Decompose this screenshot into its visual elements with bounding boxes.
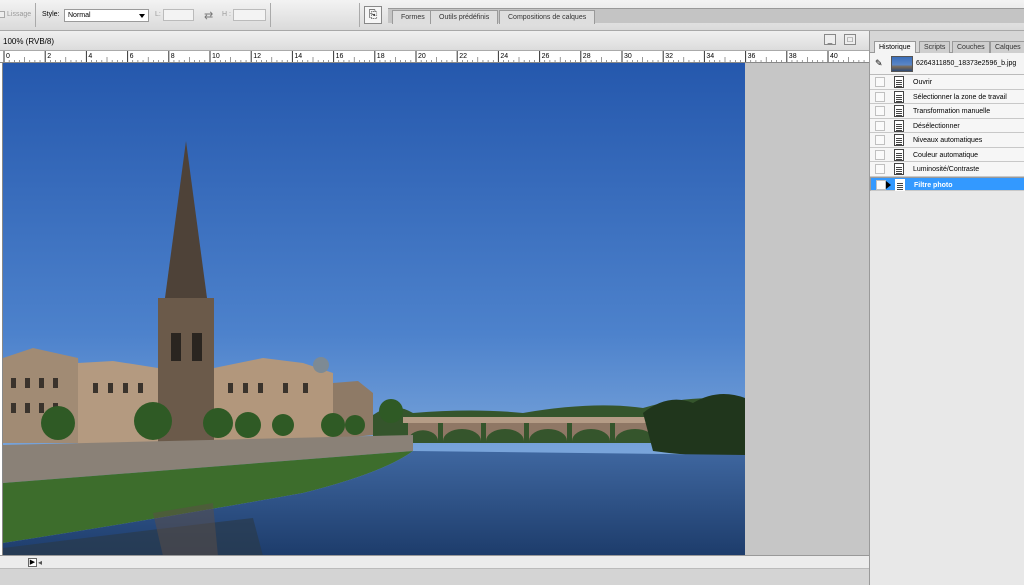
document-window: 100% (RVB/8) _ □ 0 2 4 6 8 10 12 14 16 18 20 22 24 26… xyxy=(0,31,869,585)
palette-well-button[interactable]: ⎘ xyxy=(364,6,382,24)
snapshot-name: 6264311850_18373e2596_b.jpg xyxy=(916,60,1017,67)
history-item-label: Luminosité/Contraste xyxy=(913,166,980,173)
history-item-label: Niveaux automatiques xyxy=(913,137,983,144)
document-icon xyxy=(894,76,904,88)
history-source-box[interactable] xyxy=(875,164,885,174)
ruler-tick-label: 26 xyxy=(542,53,550,60)
tab-calques[interactable]: Calques xyxy=(990,41,1024,53)
history-snapshot[interactable]: ✎ 6264311850_18373e2596_b.jpg xyxy=(870,53,1024,75)
ruler-tick-label: 30 xyxy=(624,53,632,60)
history-source-box[interactable] xyxy=(875,135,885,145)
palette-icon: ⎘ xyxy=(368,9,378,21)
ruler-tick-label: 14 xyxy=(294,53,302,60)
photo-canvas[interactable] xyxy=(3,63,745,556)
style-select[interactable]: Normal xyxy=(64,9,149,22)
width-field[interactable] xyxy=(163,9,194,21)
ruler-tick-label: 4 xyxy=(88,53,92,60)
ruler-tick-label: 6 xyxy=(130,53,134,60)
document-icon xyxy=(894,163,904,175)
ruler-tick-label: 32 xyxy=(665,53,673,60)
river-town-photo xyxy=(3,63,745,556)
horizontal-ruler: 0 2 4 6 8 10 12 14 16 18 20 22 24 26 28 30 32 34 36 38 40 xyxy=(0,51,869,63)
width-label: L: xyxy=(155,11,161,18)
history-source-box[interactable] xyxy=(875,149,885,160)
history-source-box[interactable] xyxy=(875,91,885,102)
history-source-box[interactable] xyxy=(875,106,885,116)
ruler-tick-label: 22 xyxy=(459,53,467,60)
well-tab-outils[interactable]: Outils prédéfinis xyxy=(430,10,499,24)
height-field[interactable] xyxy=(233,9,266,21)
history-item[interactable]: Transformation manuelle xyxy=(870,104,1024,119)
swap-icon[interactable]: ⇄ xyxy=(204,9,213,22)
ruler-tick-label: 0 xyxy=(6,53,10,60)
horizontal-scrollbar[interactable]: ▶ ◂ xyxy=(0,555,869,568)
chevron-down-icon xyxy=(139,14,145,18)
ruler-tick-label: 10 xyxy=(212,53,220,60)
document-icon xyxy=(894,90,904,103)
divider xyxy=(35,3,36,27)
history-source-box[interactable] xyxy=(875,77,885,87)
well-tab-compositions[interactable]: Compositions de calques xyxy=(499,10,596,24)
ruler-tick-label: 38 xyxy=(789,53,797,60)
style-value: Normal xyxy=(68,12,91,19)
ruler-tick-label: 16 xyxy=(336,53,344,60)
tab-couches[interactable]: Couches xyxy=(952,41,990,53)
document-title: 100% (RVB/8) xyxy=(3,37,54,46)
history-item-label: Couleur automatique xyxy=(913,151,978,159)
well-tab-formes[interactable]: Formes xyxy=(392,10,434,24)
document-icon xyxy=(894,134,904,146)
document-icon xyxy=(894,105,904,117)
history-item[interactable]: Sélectionner la zone de travail xyxy=(870,89,1024,104)
history-item-label: Sélectionner la zone de travail xyxy=(913,93,1007,101)
history-item[interactable]: Luminosité/Contraste xyxy=(870,162,1024,177)
snapshot-thumbnail xyxy=(891,56,913,72)
document-title-bar: 100% (RVB/8) _ □ xyxy=(0,31,869,51)
history-item[interactable]: Désélectionner xyxy=(870,118,1024,133)
history-item-label: Transformation manuelle xyxy=(913,108,991,115)
scroll-left-icon[interactable]: ◂ xyxy=(38,558,42,567)
history-item[interactable]: Couleur automatique xyxy=(870,147,1024,162)
divider xyxy=(270,3,271,27)
ruler-tick-label: 24 xyxy=(500,53,508,60)
tab-scripts[interactable]: Scripts xyxy=(919,41,951,53)
ruler-tick-label: 8 xyxy=(171,53,175,60)
history-source-box[interactable] xyxy=(875,120,885,131)
ruler-tick-label: 18 xyxy=(377,53,385,60)
style-label: Style: xyxy=(42,11,60,18)
ruler-tick-label: 40 xyxy=(830,53,838,60)
document-icon xyxy=(895,178,905,191)
minimize-icon[interactable]: _ xyxy=(824,34,836,45)
ruler-ticks: 0 2 4 6 8 10 12 14 16 18 20 22 24 26 28 30 32 34 36 38 40 xyxy=(3,51,865,62)
ruler-tick-label: 34 xyxy=(706,53,714,60)
history-source-box[interactable] xyxy=(876,179,886,190)
divider xyxy=(359,3,360,27)
history-item[interactable]: Niveaux automatiques xyxy=(870,133,1024,148)
palette-well: Formes Outils prédéfinis Compositions de… xyxy=(388,8,1024,24)
history-item[interactable]: Ouvrir xyxy=(870,75,1024,90)
options-bar: Lissage Style: Normal L: ⇄ H : ⎘ Formes … xyxy=(0,0,1024,31)
smoothing-checkbox[interactable] xyxy=(0,11,5,18)
ruler-tick-label: 28 xyxy=(583,53,591,60)
history-brush-icon[interactable]: ✎ xyxy=(875,58,883,69)
history-item-label: Ouvrir xyxy=(913,79,933,86)
ruler-tick-label: 20 xyxy=(418,53,426,60)
history-panel: Historique Scripts Couches Calques ✎ 626… xyxy=(869,31,1024,585)
maximize-icon[interactable]: □ xyxy=(844,34,856,45)
play-icon[interactable]: ▶ xyxy=(28,558,37,567)
height-label: H : xyxy=(222,11,231,18)
ruler-tick-label: 2 xyxy=(47,53,51,60)
ruler-tick-label: 36 xyxy=(748,53,756,60)
photoshop-window: Lissage Style: Normal L: ⇄ H : ⎘ Formes … xyxy=(0,0,1024,585)
ruler-tick-label: 12 xyxy=(253,53,261,60)
document-icon xyxy=(894,148,904,161)
history-item-label: Désélectionner xyxy=(913,122,960,130)
status-area xyxy=(0,568,869,585)
document-icon xyxy=(894,119,904,132)
smoothing-label: Lissage xyxy=(7,11,32,18)
panel-tabs: Historique Scripts Couches Calques xyxy=(870,31,1024,54)
history-item-selected[interactable]: Filtre photo xyxy=(870,176,1024,191)
history-state-marker-icon[interactable] xyxy=(886,180,891,189)
history-item-label: Filtre photo xyxy=(914,181,953,189)
